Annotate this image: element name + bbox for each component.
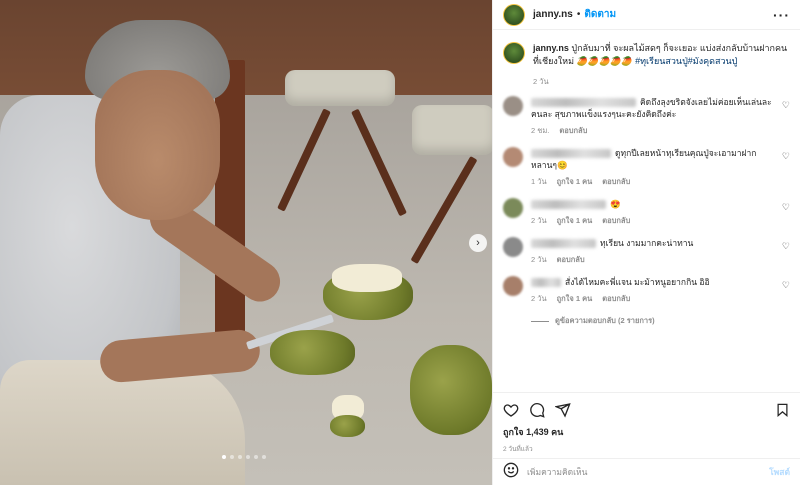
comment-item: คิดถึงลุงขริตจังเลยไม่ค่อยเห็นเล่นละคนละ… [503,96,790,137]
separator-dot: • [576,9,581,20]
follow-button[interactable]: ติดตาม [584,7,616,22]
more-options-icon[interactable]: ··· [773,7,790,23]
comment-time: 2 วัน [531,255,547,264]
comment-likes[interactable]: ถูกใจ 1 คน [557,293,593,305]
comment-body: ทุเรียน งามมากคะน่าทาน [531,237,693,249]
chair-cushion [285,70,395,106]
comment-text: 😍 [610,199,621,209]
comment-meta: 2 วัน ถูกใจ 1 คน ตอบกลับ [531,293,710,305]
reply-button[interactable]: ตอบกลับ [559,125,587,137]
view-replies-line [531,320,549,322]
durian [270,330,355,375]
carousel-dot [246,455,250,459]
background-wall [0,0,492,110]
post-comment-button[interactable]: โพสต์ [769,465,790,479]
comment-like-heart-icon[interactable]: ♡ [782,280,790,291]
reply-button[interactable]: ตอบกลับ [602,215,630,227]
post-caption: janny.ns ปู่กลับมาที่ จะผลไม้สดๆ ก็จะเยอ… [503,42,790,88]
comment-avatar[interactable] [503,276,523,296]
carousel-dot [230,455,234,459]
comment-item: ทุเรียน งามมากคะน่าทาน 2 วัน ตอบกลับ ♡ [503,237,790,266]
comment-meta: 1 วัน ถูกใจ 1 คน ตอบกลับ [531,176,774,188]
blurred-username[interactable] [531,278,561,288]
comment-avatar[interactable] [503,198,523,218]
post-photo[interactable] [0,0,492,485]
reply-button[interactable]: ตอบกลับ [557,254,585,266]
comment-avatar[interactable] [503,237,523,257]
comment-body: ดูทุกปีเลยหน้าทุเรียนคุณปู่จะเอามาฝากหลา… [531,147,774,171]
comment-time: 2 วัน [531,216,547,225]
comment-text: สั่งได้ไหมคะพี่แจน มะม้าหนูอยากกิน อิอิ [565,277,710,287]
comment-item: ดูทุกปีเลยหน้าทุเรียนคุณปู่จะเอามาฝากหลา… [503,147,790,188]
reply-button[interactable]: ตอบกลับ [602,293,630,305]
heart-icon[interactable] [503,402,519,418]
durian-flesh [332,264,402,292]
carousel-next-button[interactable]: › [469,234,487,252]
comment-avatar[interactable] [503,147,523,167]
comment-avatar[interactable] [503,96,523,116]
carousel-dot [262,455,266,459]
comment-body: คิดถึงลุงขริตจังเลยไม่ค่อยเห็นเล่นละคนละ… [531,96,774,120]
comments-list[interactable]: janny.ns ปู่กลับมาที่ จะผลไม้สดๆ ก็จะเยอ… [493,34,800,392]
blurred-username[interactable] [531,239,596,249]
comment-time: 2 ชม. [531,126,550,135]
bookmark-icon[interactable] [775,402,790,418]
blurred-username[interactable] [531,149,611,159]
comment-body: สั่งได้ไหมคะพี่แจน มะม้าหนูอยากกิน อิอิ [531,276,710,288]
person-head [95,70,220,220]
add-comment-bar: โพสต์ [493,458,800,485]
comment-item: 😍 2 วัน ถูกใจ 1 คน ตอบกลับ ♡ [503,198,790,227]
comment-like-heart-icon[interactable]: ♡ [782,241,790,252]
comment-time: 2 วัน [531,294,547,303]
comment-body: 😍 [531,198,630,210]
caption-time: 2 วัน [533,77,549,86]
comment-likes[interactable]: ถูกใจ 1 คน [557,215,593,227]
caption-avatar[interactable] [503,42,525,64]
header-username[interactable]: janny.ns [533,9,573,20]
action-icons-row [503,399,790,421]
share-icon[interactable] [555,402,571,418]
carousel-dot [238,455,242,459]
avatar[interactable] [503,3,525,26]
comment-icon[interactable] [529,402,545,418]
blurred-username[interactable] [531,98,636,108]
comment-likes[interactable]: ถูกใจ 1 คน [557,176,593,188]
emoji-icon[interactable] [503,462,519,483]
comment-meta: 2 วัน ตอบกลับ [531,254,693,266]
posted-time: 2 วันที่แล้ว [503,446,533,453]
durian [410,345,492,435]
likes-count[interactable]: ถูกใจ 1,439 คน [503,425,790,439]
comment-meta: 2 วัน ถูกใจ 1 คน ตอบกลับ [531,215,630,227]
chair-leg [215,60,245,340]
caption-username[interactable]: janny.ns [533,43,569,53]
view-replies-button[interactable]: ดูข้อความตอบกลับ (2 รายการ) [503,315,790,327]
post-side-panel: janny.ns • ติดตาม ··· janny.ns ปู่กลับมา… [492,0,800,485]
comment-like-heart-icon[interactable]: ♡ [782,100,790,111]
comment-item: สั่งได้ไหมคะพี่แจน มะม้าหนูอยากกิน อิอิ … [503,276,790,305]
view-replies-label: ดูข้อความตอบกลับ (2 รายการ) [555,316,655,325]
carousel-dots [222,455,266,459]
comment-like-heart-icon[interactable]: ♡ [782,202,790,213]
carousel-dot [222,455,226,459]
post-header: janny.ns • ติดตาม ··· [493,0,800,30]
comment-meta: 2 ชม. ตอบกลับ [531,125,774,137]
caption-text-block: janny.ns ปู่กลับมาที่ จะผลไม้สดๆ ก็จะเยอ… [533,42,790,68]
carousel-dot [254,455,258,459]
post-actions: ถูกใจ 1,439 คน 2 วันที่แล้ว [493,392,800,454]
durian [330,415,365,437]
comment-text: ทุเรียน งามมากคะน่าทาน [600,238,694,248]
comment-time: 1 วัน [531,177,547,186]
caption-hashtags[interactable]: #ทุเรียนสวนปู่#มังคุดสวนปู่ [635,56,737,66]
comment-input[interactable] [527,467,762,477]
blurred-username[interactable] [531,200,606,210]
reply-button[interactable]: ตอบกลับ [602,176,630,188]
comment-like-heart-icon[interactable]: ♡ [782,151,790,162]
chair-cushion [412,105,492,155]
